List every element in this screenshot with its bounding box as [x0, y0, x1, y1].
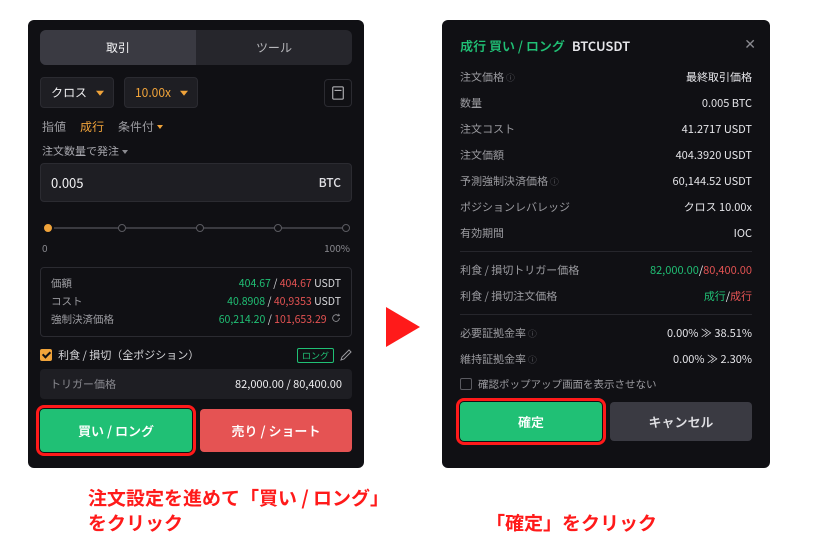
order-price-value: 最終取引価格: [686, 69, 752, 85]
buy-long-button[interactable]: 買い / ロング: [40, 409, 192, 452]
liq-label: 予測強制決済価格: [460, 173, 559, 189]
cost-label: 注文コスト: [460, 121, 515, 137]
close-button[interactable]: ✕: [744, 34, 756, 54]
margin-maint-value: 0.00% ≫ 2.30%: [673, 351, 752, 367]
value-value: 404.3920 USDT: [676, 147, 752, 163]
tp-sl-checkbox[interactable]: [40, 349, 52, 361]
caption-left: 注文設定を進めて「買い / ロング」をクリック: [88, 485, 388, 536]
qty-label: 数量: [460, 95, 482, 111]
stat-cost-label: コスト: [51, 294, 83, 309]
dont-show-row[interactable]: 確認ポップアップ画面を表示させない: [460, 377, 752, 392]
tp-sl-label: 利食 / 損切（全ポジション）: [58, 347, 199, 363]
slider-min-label: 0: [42, 240, 48, 255]
lev-value: クロス 10.00x: [684, 199, 752, 215]
order-form-panel: 取引 ツール クロス 10.00x 指値 成行 条件付 注文数量で発注 0.00…: [28, 20, 364, 468]
margin-mode-select[interactable]: クロス: [40, 77, 114, 108]
caption-right: 「確定」をクリック: [486, 510, 786, 536]
order-type-tabs: 指値 成行 条件付: [42, 118, 352, 135]
stat-cost-value: 40.8908 / 40,9353 USDT: [227, 294, 341, 309]
cost-value: 41.2717 USDT: [682, 121, 752, 137]
flow-arrow-icon: [386, 137, 420, 351]
edit-icon[interactable]: [340, 349, 352, 361]
order-stats-box: 価額 404.67 / 404.67 USDT コスト 40.8908 / 40…: [40, 267, 352, 337]
confirm-dialog: ✕ 成行 買い / ロング BTCUSDT 注文価格 最終取引価格 数量 0.005…: [442, 20, 770, 468]
dont-show-checkbox[interactable]: [460, 378, 472, 390]
chevron-down-icon: [119, 143, 128, 159]
stat-price-value: 404.67 / 404.67 USDT: [239, 276, 341, 291]
margin-req-value: 0.00% ≫ 38.51%: [667, 325, 752, 341]
margin-maint-label: 維持証拠金率: [460, 351, 537, 367]
slider-max-label: 100%: [324, 240, 350, 255]
trigger-price-value: 82,000.00 / 80,400.00: [235, 376, 342, 392]
stat-liq-label: 強制決済価格: [51, 312, 114, 327]
trigger-price-row: トリガー価格 82,000.00 / 80,400.00: [40, 369, 352, 399]
trigger-price-label: トリガー価格: [50, 376, 116, 392]
sell-short-button[interactable]: 売り / ショート: [200, 409, 352, 452]
margin-req-label: 必要証拠金率: [460, 325, 537, 341]
qty-mode-label[interactable]: 注文数量で発注: [42, 143, 352, 159]
liq-value: 60,144.52 USDT: [673, 173, 752, 189]
tif-value: IOC: [734, 225, 752, 241]
tab-tool[interactable]: ツール: [196, 30, 352, 65]
order-type-conditional[interactable]: 条件付: [118, 118, 163, 135]
tp-trigger-label: 利食 / 損切トリガー価格: [460, 262, 579, 278]
dialog-title: 成行 買い / ロング BTCUSDT: [460, 36, 752, 55]
qty-slider[interactable]: [40, 218, 352, 238]
qty-input[interactable]: 0.005 BTC: [40, 163, 352, 202]
order-type-limit[interactable]: 指値: [42, 118, 66, 135]
tp-price-label: 利食 / 損切注文価格: [460, 288, 557, 304]
lev-label: ポジションレバレッジ: [460, 199, 570, 215]
qty-value: 0.005 BTC: [702, 95, 752, 111]
tab-trade[interactable]: 取引: [40, 30, 196, 65]
leverage-select[interactable]: 10.00x: [124, 77, 198, 108]
cancel-button[interactable]: キャンセル: [610, 402, 752, 441]
mode-tabs: 取引 ツール: [40, 30, 352, 65]
calculator-button[interactable]: [324, 79, 352, 107]
calculator-icon: [331, 86, 345, 100]
qty-value: 0.005: [51, 173, 319, 192]
tp-price-value: 成行/成行: [704, 288, 752, 304]
slider-thumb[interactable]: [42, 222, 54, 234]
confirm-button[interactable]: 確定: [460, 402, 602, 441]
tp-trigger-value: 82,000.00/80,400.00: [650, 262, 752, 278]
value-label: 注文価額: [460, 147, 504, 163]
order-type-market[interactable]: 成行: [80, 118, 104, 135]
refresh-icon[interactable]: [331, 313, 341, 323]
order-price-label: 注文価格: [460, 69, 515, 85]
qty-unit: BTC: [319, 174, 341, 191]
tif-label: 有効期間: [460, 225, 504, 241]
direction-badge: ロング: [297, 348, 334, 363]
stat-liq-value: 60,214.20 / 101,653.29: [219, 312, 341, 327]
stat-price-label: 価額: [51, 276, 72, 291]
